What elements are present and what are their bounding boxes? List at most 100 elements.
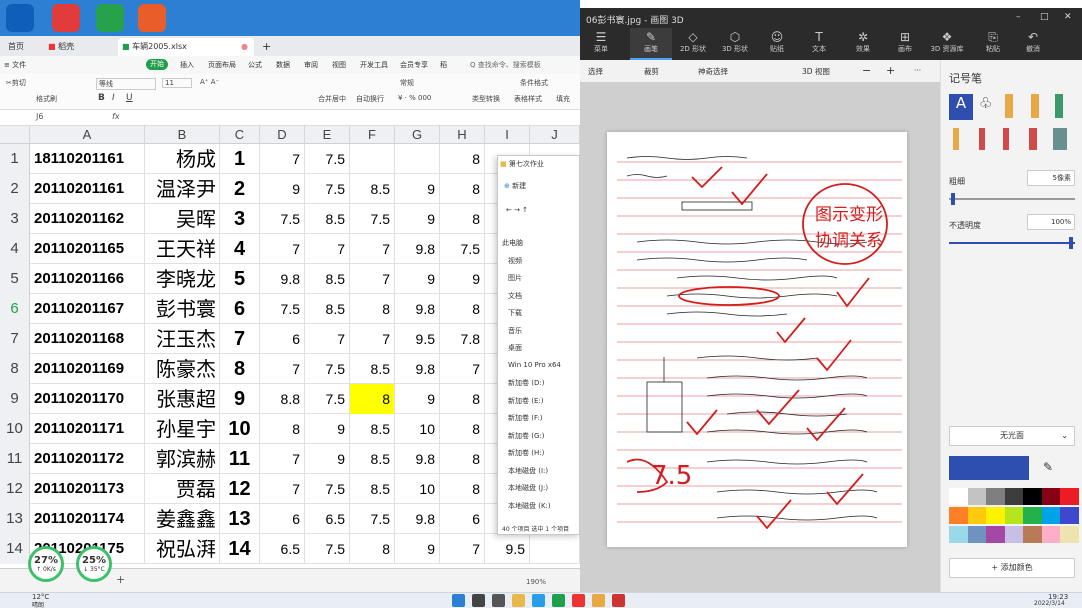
color-swatch[interactable] xyxy=(1060,488,1079,505)
thickness-input[interactable]: 5像素 xyxy=(1027,170,1075,186)
row-number[interactable]: 1 xyxy=(0,144,30,174)
tool-2[interactable]: ◇ 2D 形状 xyxy=(672,28,714,60)
zoom-value[interactable]: 190% xyxy=(526,578,546,586)
font-grow-shrink[interactable]: A⁺ A⁻ xyxy=(200,78,219,86)
menu-devtools[interactable]: 开发工具 xyxy=(360,60,388,70)
cell-d[interactable]: 6 xyxy=(260,504,305,534)
row-number[interactable]: 13 xyxy=(0,504,30,534)
formula-input[interactable] xyxy=(130,112,570,124)
bold-button[interactable]: B xyxy=(98,93,105,103)
italic-button[interactable]: I xyxy=(112,93,115,103)
row-number[interactable]: 9 xyxy=(0,384,30,414)
start-icon[interactable] xyxy=(452,594,465,607)
cell-a[interactable]: 20110201166 xyxy=(30,264,145,294)
conditional-format-button[interactable]: 条件格式 xyxy=(520,78,548,88)
row-number[interactable]: 7 xyxy=(0,324,30,354)
tool-4[interactable]: ☺ 贴纸 xyxy=(756,28,798,60)
cell-b[interactable]: 汪玉杰 xyxy=(145,324,220,354)
cell-h[interactable]: 9 xyxy=(440,264,485,294)
cell-f[interactable]: 7 xyxy=(350,324,395,354)
explorer-item[interactable]: 音乐 xyxy=(508,326,522,336)
cell-h[interactable]: 8 xyxy=(440,204,485,234)
row-number[interactable]: 12 xyxy=(0,474,30,504)
cell-e[interactable]: 9 xyxy=(305,444,350,474)
cell-a[interactable]: 20110201171 xyxy=(30,414,145,444)
message-app-icon[interactable] xyxy=(96,4,124,32)
explorer-item[interactable]: 新加卷 (G:) xyxy=(508,431,544,441)
explorer-item[interactable]: 新加卷 (D:) xyxy=(508,378,544,388)
color-swatch[interactable] xyxy=(967,488,987,505)
cell-f[interactable]: 7 xyxy=(350,264,395,294)
cell-e[interactable]: 7.5 xyxy=(305,354,350,384)
cut-button[interactable]: ✂剪切 xyxy=(6,78,26,88)
cell-h[interactable]: 7.5 xyxy=(440,234,485,264)
calligraphy-pen-icon[interactable]: ♧ xyxy=(979,94,992,112)
cell-c[interactable]: 13 xyxy=(220,504,260,534)
task-view-icon[interactable] xyxy=(492,594,505,607)
cell-f[interactable]: 7 xyxy=(350,234,395,264)
cell-f[interactable]: 8.5 xyxy=(350,444,395,474)
cell-d[interactable]: 7.5 xyxy=(260,204,305,234)
spray-can-icon[interactable] xyxy=(1029,128,1037,150)
cell-f[interactable]: 8 xyxy=(350,534,395,564)
zoom-in-button[interactable]: + xyxy=(886,64,895,77)
app-shortcut-icon[interactable] xyxy=(52,4,80,32)
cell-a[interactable]: 20110201162 xyxy=(30,204,145,234)
cell-i[interactable]: 9.5 xyxy=(485,534,530,564)
cell-d[interactable]: 7.5 xyxy=(260,294,305,324)
cell-h[interactable]: 8 xyxy=(440,474,485,504)
menu-member[interactable]: 会员专享 xyxy=(400,60,428,70)
maximize-button[interactable]: □ xyxy=(1040,12,1049,22)
color-swatch[interactable] xyxy=(967,526,987,543)
cell-f[interactable]: 7.5 xyxy=(350,504,395,534)
cell-c[interactable]: 12 xyxy=(220,474,260,504)
cell-d[interactable]: 9 xyxy=(260,174,305,204)
cell-j[interactable] xyxy=(530,534,580,564)
cell-b[interactable]: 李晓龙 xyxy=(145,264,220,294)
tab-daoke[interactable]: ■ 稻壳 xyxy=(44,38,114,56)
cell-b[interactable]: 陈豪杰 xyxy=(145,354,220,384)
cell-b[interactable]: 孙星宇 xyxy=(145,414,220,444)
explorer-item[interactable]: 此电脑 xyxy=(502,238,523,248)
column-header-i[interactable]: I xyxy=(485,126,530,144)
row-number[interactable]: 6 xyxy=(0,294,30,324)
marker-icon[interactable]: A xyxy=(949,94,973,120)
color-swatch[interactable] xyxy=(1041,507,1061,524)
cell-d[interactable]: 7 xyxy=(260,444,305,474)
cell-h[interactable]: 7 xyxy=(440,354,485,384)
cell-d[interactable]: 7 xyxy=(260,234,305,264)
cell-d[interactable]: 9.8 xyxy=(260,264,305,294)
cell-a[interactable]: 20110201170 xyxy=(30,384,145,414)
cell-f[interactable]: 8 xyxy=(350,294,395,324)
explorer-item[interactable]: 本地磁盘 (J:) xyxy=(508,483,548,493)
cell-a[interactable]: 20110201168 xyxy=(30,324,145,354)
cell-a[interactable]: 20110201173 xyxy=(30,474,145,504)
cell-a[interactable]: 20110201174 xyxy=(30,504,145,534)
column-header-e[interactable]: E xyxy=(305,126,350,144)
cell-d[interactable]: 7 xyxy=(260,354,305,384)
fill-button[interactable]: 填充 xyxy=(556,94,570,104)
paint3d-icon[interactable] xyxy=(612,594,625,607)
explorer-item[interactable]: 文档 xyxy=(508,291,522,301)
cell-b[interactable]: 祝弘湃 xyxy=(145,534,220,564)
file-explorer-icon[interactable] xyxy=(512,594,525,607)
explorer-item[interactable]: Win 10 Pro x64 xyxy=(508,361,561,369)
cell-b[interactable]: 温泽尹 xyxy=(145,174,220,204)
search-icon[interactable] xyxy=(472,594,485,607)
explorer-item[interactable]: 新加卷 (F:) xyxy=(508,413,543,423)
cell-a[interactable]: 20110201167 xyxy=(30,294,145,324)
cell-f[interactable]: 8.5 xyxy=(350,414,395,444)
cell-g[interactable]: 9 xyxy=(395,384,440,414)
cell-h[interactable]: 7 xyxy=(440,534,485,564)
row-number[interactable]: 2 xyxy=(0,174,30,204)
cell-c[interactable]: 9 xyxy=(220,384,260,414)
crop-tool[interactable]: 裁剪 xyxy=(644,66,659,77)
new-button[interactable]: ⊕ 新建 xyxy=(504,181,526,191)
cell-g[interactable]: 9 xyxy=(395,264,440,294)
cell-d[interactable]: 8 xyxy=(260,414,305,444)
cell-c[interactable]: 2 xyxy=(220,174,260,204)
cell-b[interactable]: 贾磊 xyxy=(145,474,220,504)
cell-c[interactable]: 6 xyxy=(220,294,260,324)
cell-g[interactable] xyxy=(395,144,440,174)
cell-d[interactable]: 7 xyxy=(260,474,305,504)
